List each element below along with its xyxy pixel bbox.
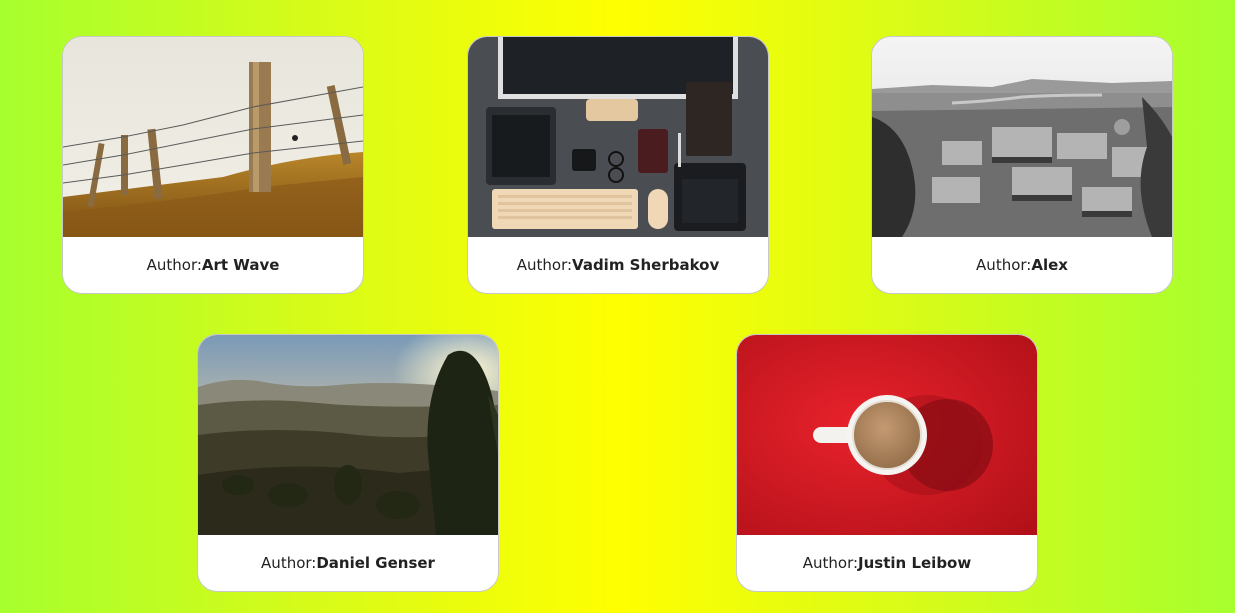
card-caption: Author: Daniel Genser	[198, 535, 498, 591]
author-name: Art Wave	[201, 256, 280, 274]
author-name: Alex	[1031, 256, 1068, 274]
gallery-card[interactable]: Author: Art Wave	[62, 36, 364, 294]
card-photo-desk[interactable]	[468, 37, 768, 237]
gallery-card[interactable]: Author: Alex	[871, 36, 1173, 294]
card-photo-city[interactable]	[872, 37, 1172, 237]
card-caption: Author: Vadim Sherbakov	[468, 237, 768, 293]
author-name: Daniel Genser	[316, 554, 435, 572]
author-prefix: Author:	[516, 256, 573, 274]
card-caption: Author: Alex	[872, 237, 1172, 293]
gallery-card[interactable]: Author: Daniel Genser	[197, 334, 499, 592]
card-photo-fence[interactable]	[63, 37, 363, 237]
author-prefix: Author:	[802, 554, 859, 572]
author-prefix: Author:	[976, 256, 1032, 274]
gallery-card[interactable]: Author: Justin Leibow	[736, 334, 1038, 592]
author-name: Vadim Sherbakov	[572, 256, 720, 274]
gallery-card[interactable]: Author: Vadim Sherbakov	[467, 36, 769, 294]
card-caption: Author: Art Wave	[63, 237, 363, 293]
card-caption: Author: Justin Leibow	[737, 535, 1037, 591]
author-prefix: Author:	[261, 554, 317, 572]
card-photo-hills[interactable]	[198, 335, 498, 535]
author-prefix: Author:	[146, 256, 202, 274]
card-photo-coffee[interactable]	[737, 335, 1037, 535]
author-name: Justin Leibow	[858, 554, 972, 572]
